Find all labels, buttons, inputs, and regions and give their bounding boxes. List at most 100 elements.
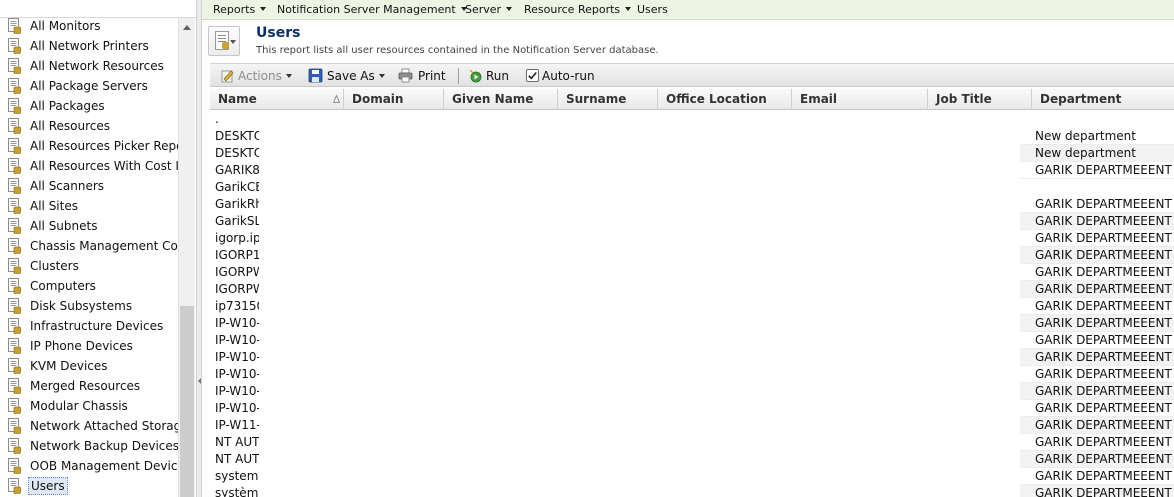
cell-name: IP-W10- xyxy=(215,367,259,381)
table-row[interactable]: IGORP1 GARIK DEPARTMEEENT xyxy=(210,247,1174,264)
table-row[interactable]: NT AUTI GARIK DEPARTMEEENT xyxy=(210,451,1174,468)
tree-item[interactable]: OOB Management Devices xyxy=(0,456,178,476)
cell-department: GARIK DEPARTMEEENT xyxy=(1020,162,1174,179)
tree-item[interactable]: Chassis Management Contr xyxy=(0,236,178,256)
cell-name: NT AUTI xyxy=(215,452,259,466)
report-document-icon xyxy=(8,298,21,314)
print-label: Print xyxy=(418,69,446,83)
table-row[interactable]: GarikRh GARIK DEPARTMEEENT xyxy=(210,196,1174,213)
table-row[interactable]: IP-W10- GARIK DEPARTMEEENT xyxy=(210,400,1174,417)
table-row[interactable]: DESKTO New department xyxy=(210,128,1174,145)
column-header-job-title-label: Job Title xyxy=(936,92,992,106)
column-header-department[interactable]: Department xyxy=(1032,89,1174,110)
column-header-domain[interactable]: Domain xyxy=(344,89,444,110)
report-document-icon xyxy=(8,358,21,374)
column-header-given-name[interactable]: Given Name xyxy=(444,89,558,110)
tree-item[interactable]: All Packages xyxy=(0,96,178,116)
table-row[interactable]: IP-W10- GARIK DEPARTMEEENT xyxy=(210,332,1174,349)
table-row[interactable]: igorp.ip- GARIK DEPARTMEEENT xyxy=(210,230,1174,247)
report-document-icon xyxy=(8,198,21,214)
menu-users[interactable]: Users xyxy=(637,3,668,16)
table-row[interactable]: DESKTO New department xyxy=(210,145,1174,162)
table-row[interactable]: GARIK8 GARIK DEPARTMEEENT xyxy=(210,162,1174,179)
tree-item[interactable]: Disk Subsystems xyxy=(0,296,178,316)
tree-item[interactable]: All Resources xyxy=(0,116,178,136)
table-row[interactable]: IP-W10- GARIK DEPARTMEEENT xyxy=(210,349,1174,366)
chevron-down-icon xyxy=(260,7,267,11)
tree-item[interactable]: All Sites xyxy=(0,196,178,216)
run-button[interactable]: Run xyxy=(468,68,509,84)
menu-notification-server-management[interactable]: Notification Server Management xyxy=(277,3,467,16)
actions-button[interactable]: Actions xyxy=(220,68,292,84)
tree-item[interactable]: All Resources With Cost Ite xyxy=(0,156,178,176)
table-row[interactable]: IP-W10- GARIK DEPARTMEEENT xyxy=(210,366,1174,383)
report-document-icon xyxy=(8,78,21,94)
print-button[interactable]: Print xyxy=(398,68,446,84)
column-header-office-location[interactable]: Office Location xyxy=(658,89,792,110)
table-row[interactable]: GarikSL GARIK DEPARTMEEENT xyxy=(210,213,1174,230)
report-icon-button[interactable] xyxy=(208,26,240,56)
tree-item[interactable]: All Scanners xyxy=(0,176,178,196)
table-row[interactable]: système GARIK DEPARTMEEENT xyxy=(210,485,1174,497)
tree-item[interactable]: Users xyxy=(0,476,178,496)
cell-name: IP-W10- xyxy=(215,316,259,330)
tree-item[interactable]: Clusters xyxy=(0,256,178,276)
tree-item[interactable]: Network Attached Storage xyxy=(0,416,178,436)
table-row[interactable]: ip73150 GARIK DEPARTMEEENT xyxy=(210,298,1174,315)
save-disk-icon xyxy=(308,68,323,83)
collapse-arrow-icon[interactable] xyxy=(198,378,201,384)
autorun-checkbox[interactable]: Auto-run xyxy=(526,68,595,84)
cell-name: GarikCE xyxy=(215,180,259,194)
tree-item[interactable]: IP Phone Devices xyxy=(0,336,178,356)
report-content: Reports Notification Server Management S… xyxy=(202,0,1174,497)
tree-item[interactable]: All Package Servers xyxy=(0,76,178,96)
chevron-down-icon xyxy=(230,40,236,44)
tree-item[interactable]: Infrastructure Devices xyxy=(0,316,178,336)
report-document-icon xyxy=(8,238,21,254)
table-row[interactable]: IGORPW GARIK DEPARTMEEENT xyxy=(210,264,1174,281)
tree-item[interactable]: Merged Resources xyxy=(0,376,178,396)
cell-department: GARIK DEPARTMEEENT xyxy=(1020,247,1174,264)
cell-department: GARIK DEPARTMEEENT xyxy=(1020,349,1174,366)
cell-department: GARIK DEPARTMEEENT xyxy=(1020,213,1174,230)
tree-item[interactable]: All Subnets xyxy=(0,216,178,236)
tree-item[interactable]: All Resources Picker Report xyxy=(0,136,178,156)
table-row[interactable]: IP-W10- GARIK DEPARTMEEENT xyxy=(210,315,1174,332)
column-header-surname[interactable]: Surname xyxy=(558,89,658,110)
report-document-icon xyxy=(8,338,21,354)
tree-item[interactable]: Modular Chassis xyxy=(0,396,178,416)
column-header-job-title[interactable]: Job Title xyxy=(928,89,1032,110)
table-row[interactable]: IP-W10- GARIK DEPARTMEEENT xyxy=(210,383,1174,400)
column-header-email[interactable]: Email xyxy=(792,89,928,110)
tree-item-label: Network Attached Storage xyxy=(30,419,178,433)
tree-item[interactable]: All Network Printers xyxy=(0,36,178,56)
tree-item-label: Modular Chassis xyxy=(30,399,128,413)
table-row[interactable]: system. GARIK DEPARTMEEENT xyxy=(210,468,1174,485)
table-row[interactable]: . xyxy=(210,111,1174,128)
cell-name: IP-W11- xyxy=(215,418,259,432)
menu-resource-reports[interactable]: Resource Reports xyxy=(524,3,632,16)
menu-users-label: Users xyxy=(637,3,668,16)
tree-scrollbar[interactable] xyxy=(178,18,195,497)
menu-server[interactable]: Server xyxy=(465,3,513,16)
column-header-name[interactable]: Name xyxy=(210,89,344,110)
tree-item[interactable]: Network Backup Devices xyxy=(0,436,178,456)
tree-item-label: All Network Resources xyxy=(30,59,164,73)
table-row[interactable]: IGORPW GARIK DEPARTMEEENT xyxy=(210,281,1174,298)
tree-item-label: Network Backup Devices xyxy=(30,439,178,453)
table-row[interactable]: IP-W11- GARIK DEPARTMEEENT xyxy=(210,417,1174,434)
tree-item[interactable]: Computers xyxy=(0,276,178,296)
table-row[interactable]: NT AUTI GARIK DEPARTMEEENT xyxy=(210,434,1174,451)
table-row[interactable]: GarikCE xyxy=(210,179,1174,196)
scroll-up-arrow-icon[interactable] xyxy=(183,25,191,30)
menu-reports[interactable]: Reports xyxy=(213,3,267,16)
tree-item[interactable]: All Network Resources xyxy=(0,56,178,76)
tree-item[interactable]: All Monitors xyxy=(0,16,178,36)
tree-item[interactable]: KVM Devices xyxy=(0,356,178,376)
tree-item-label: Disk Subsystems xyxy=(30,299,133,313)
tree-item-label: All Package Servers xyxy=(30,79,148,93)
printer-icon xyxy=(398,68,413,83)
save-as-button[interactable]: Save As xyxy=(308,68,385,84)
tree-item-label: Chassis Management Contr xyxy=(30,239,178,253)
scrollbar-thumb[interactable] xyxy=(180,306,194,497)
